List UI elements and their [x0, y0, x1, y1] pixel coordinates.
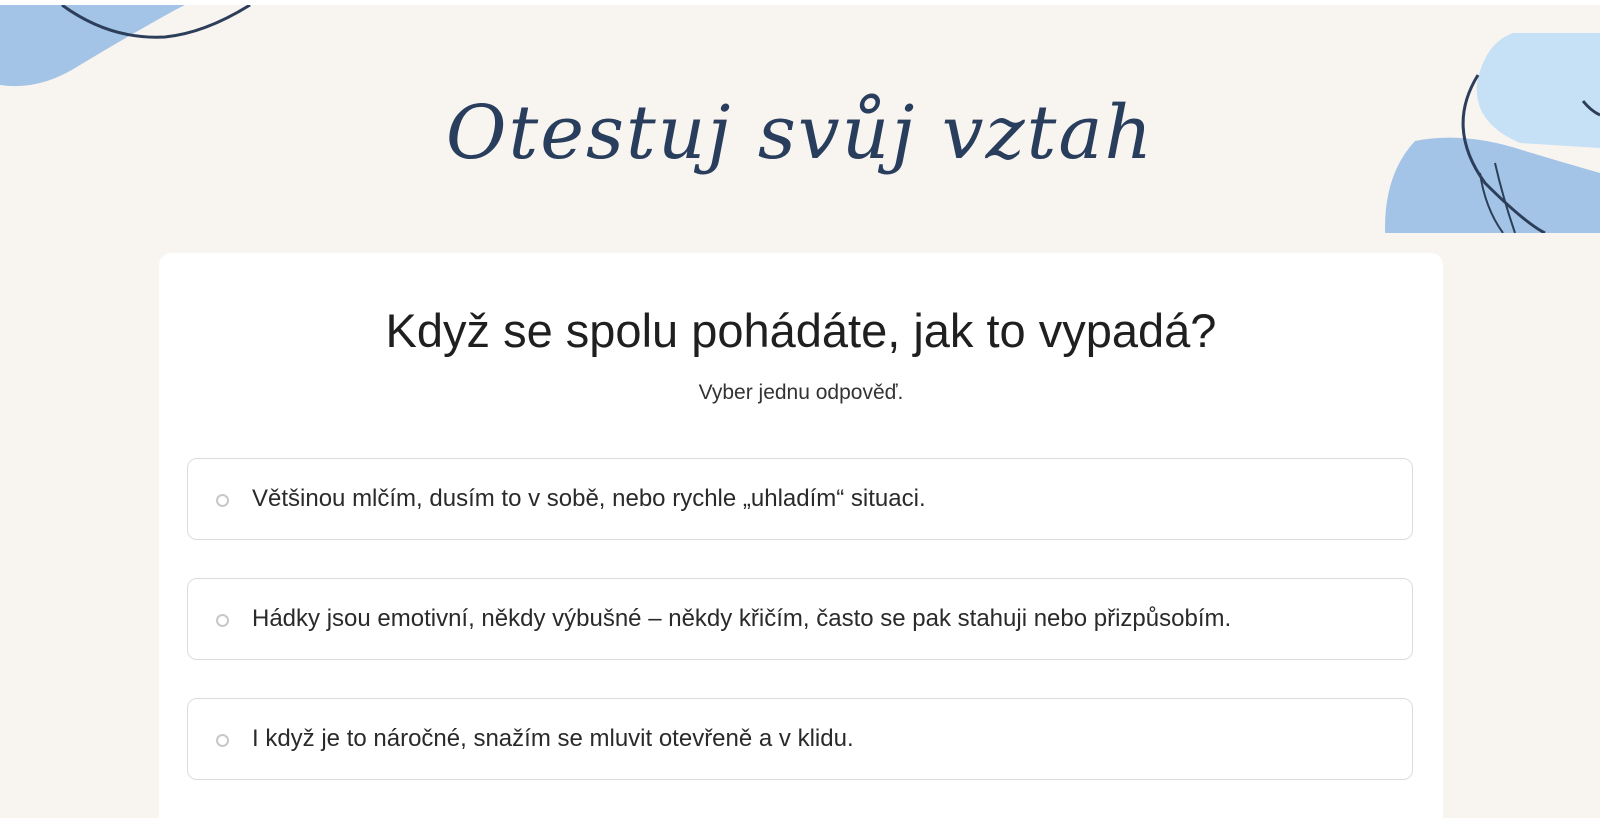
page-title: Otestuj svůj vztah [445, 90, 1155, 176]
answer-option-2[interactable]: Hádky jsou emotivní, někdy výbušné – něk… [187, 578, 1413, 660]
radio-icon[interactable] [216, 614, 229, 627]
quiz-page: Otestuj svůj vztah Když se spolu pohádát… [0, 5, 1600, 818]
question-heading: Když se spolu pohádáte, jak to vypadá? [385, 304, 1217, 357]
answer-option-label: I když je to náročné, snažím se mluvit o… [252, 725, 854, 752]
answer-option-3[interactable]: I když je to náročné, snažím se mluvit o… [187, 698, 1413, 780]
answer-option-label: Většinou mlčím, dusím to v sobě, nebo ry… [252, 485, 926, 512]
answer-option-label: Hádky jsou emotivní, někdy výbušné – něk… [252, 605, 1232, 632]
instruction-text: Vyber jednu odpověď. [698, 381, 904, 404]
question-card: Když se spolu pohádáte, jak to vypadá? V… [159, 253, 1443, 818]
decorative-wave-topleft [0, 5, 251, 87]
answer-option-1[interactable]: Většinou mlčím, dusím to v sobě, nebo ry… [187, 458, 1413, 540]
radio-icon[interactable] [216, 494, 229, 507]
radio-icon[interactable] [216, 734, 229, 747]
